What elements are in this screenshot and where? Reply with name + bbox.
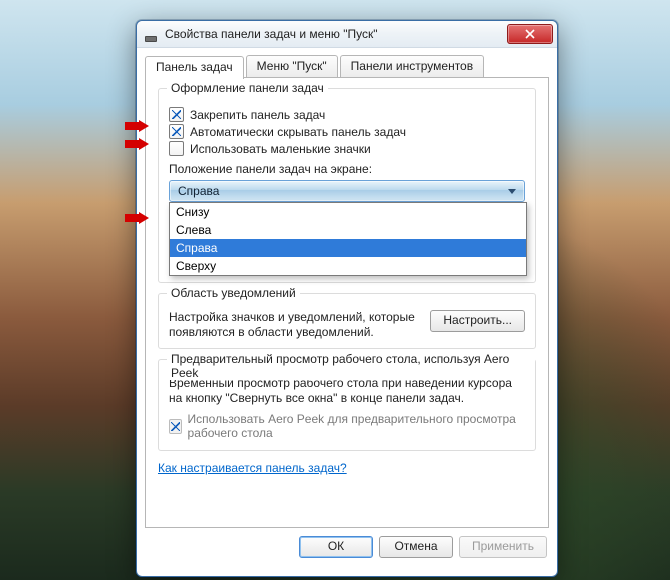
label-use-aero-peek: Использовать Aero Peek для предварительн… <box>188 412 525 440</box>
combo-position-list: Снизу Слева Справа Сверху <box>169 202 527 276</box>
label-taskbar-position: Положение панели задач на экране: <box>169 162 525 176</box>
cancel-button[interactable]: Отмена <box>379 536 453 558</box>
checkbox-use-aero-peek <box>169 419 182 434</box>
tab-page-taskbar: Оформление панели задач Закрепить панель… <box>145 78 549 528</box>
label-small-icons: Использовать маленькие значки <box>190 142 371 156</box>
titlebar[interactable]: Свойства панели задач и меню "Пуск" <box>137 21 557 48</box>
help-link-taskbar[interactable]: Как настраивается панель задач? <box>158 461 347 475</box>
group-taskbar-appearance: Оформление панели задач Закрепить панель… <box>158 88 536 283</box>
group-legend-notification: Область уведомлений <box>167 286 300 300</box>
combo-option-top[interactable]: Сверху <box>170 257 526 275</box>
dialog-buttons: ОК Отмена Применить <box>145 528 549 558</box>
combo-option-left[interactable]: Слева <box>170 221 526 239</box>
notification-area-text: Настройка значков и уведомлений, которые… <box>169 310 420 340</box>
label-lock-taskbar: Закрепить панель задач <box>190 108 325 122</box>
group-aero-peek: Предварительный просмотр рабочего стола,… <box>158 359 536 451</box>
close-icon <box>525 29 535 39</box>
combo-selected-value: Справа <box>178 184 219 198</box>
apply-button[interactable]: Применить <box>459 536 547 558</box>
row-lock-taskbar: Закрепить панель задач <box>169 107 525 122</box>
tabstrip: Панель задач Меню "Пуск" Панели инструме… <box>145 55 549 78</box>
group-legend-appearance: Оформление панели задач <box>167 81 328 95</box>
window-title: Свойства панели задач и меню "Пуск" <box>165 27 507 41</box>
row-autohide: Автоматически скрывать панель задач <box>169 124 525 139</box>
combo-option-right[interactable]: Справа <box>170 239 526 257</box>
tab-start-menu[interactable]: Меню "Пуск" <box>246 55 338 77</box>
group-legend-aero-peek: Предварительный просмотр рабочего стола,… <box>167 352 535 380</box>
customize-button[interactable]: Настроить... <box>430 310 525 332</box>
row-small-icons: Использовать маленькие значки <box>169 141 525 156</box>
checkbox-autohide[interactable] <box>169 124 184 139</box>
row-use-aero-peek: Использовать Aero Peek для предварительн… <box>169 412 525 440</box>
combo-position-wrap: Справа Снизу Слева Справа Сверху <box>169 180 525 202</box>
client-area: Панель задач Меню "Пуск" Панели инструме… <box>145 55 549 568</box>
aero-peek-text: Временный просмотр рабочего стола при на… <box>169 376 525 406</box>
tab-taskbar[interactable]: Панель задач <box>145 56 244 79</box>
combo-taskbar-position[interactable]: Справа <box>169 180 525 202</box>
tab-toolbars[interactable]: Панели инструментов <box>340 55 484 77</box>
chevron-down-icon <box>508 189 516 194</box>
taskbar-icon <box>143 26 159 42</box>
checkbox-lock-taskbar[interactable] <box>169 107 184 122</box>
checkbox-small-icons[interactable] <box>169 141 184 156</box>
ok-button[interactable]: ОК <box>299 536 373 558</box>
combo-option-bottom[interactable]: Снизу <box>170 203 526 221</box>
properties-dialog: Свойства панели задач и меню "Пуск" Пане… <box>136 20 558 577</box>
label-autohide: Автоматически скрывать панель задач <box>190 125 406 139</box>
close-button[interactable] <box>507 24 553 44</box>
group-notification-area: Область уведомлений Настройка значков и … <box>158 293 536 349</box>
